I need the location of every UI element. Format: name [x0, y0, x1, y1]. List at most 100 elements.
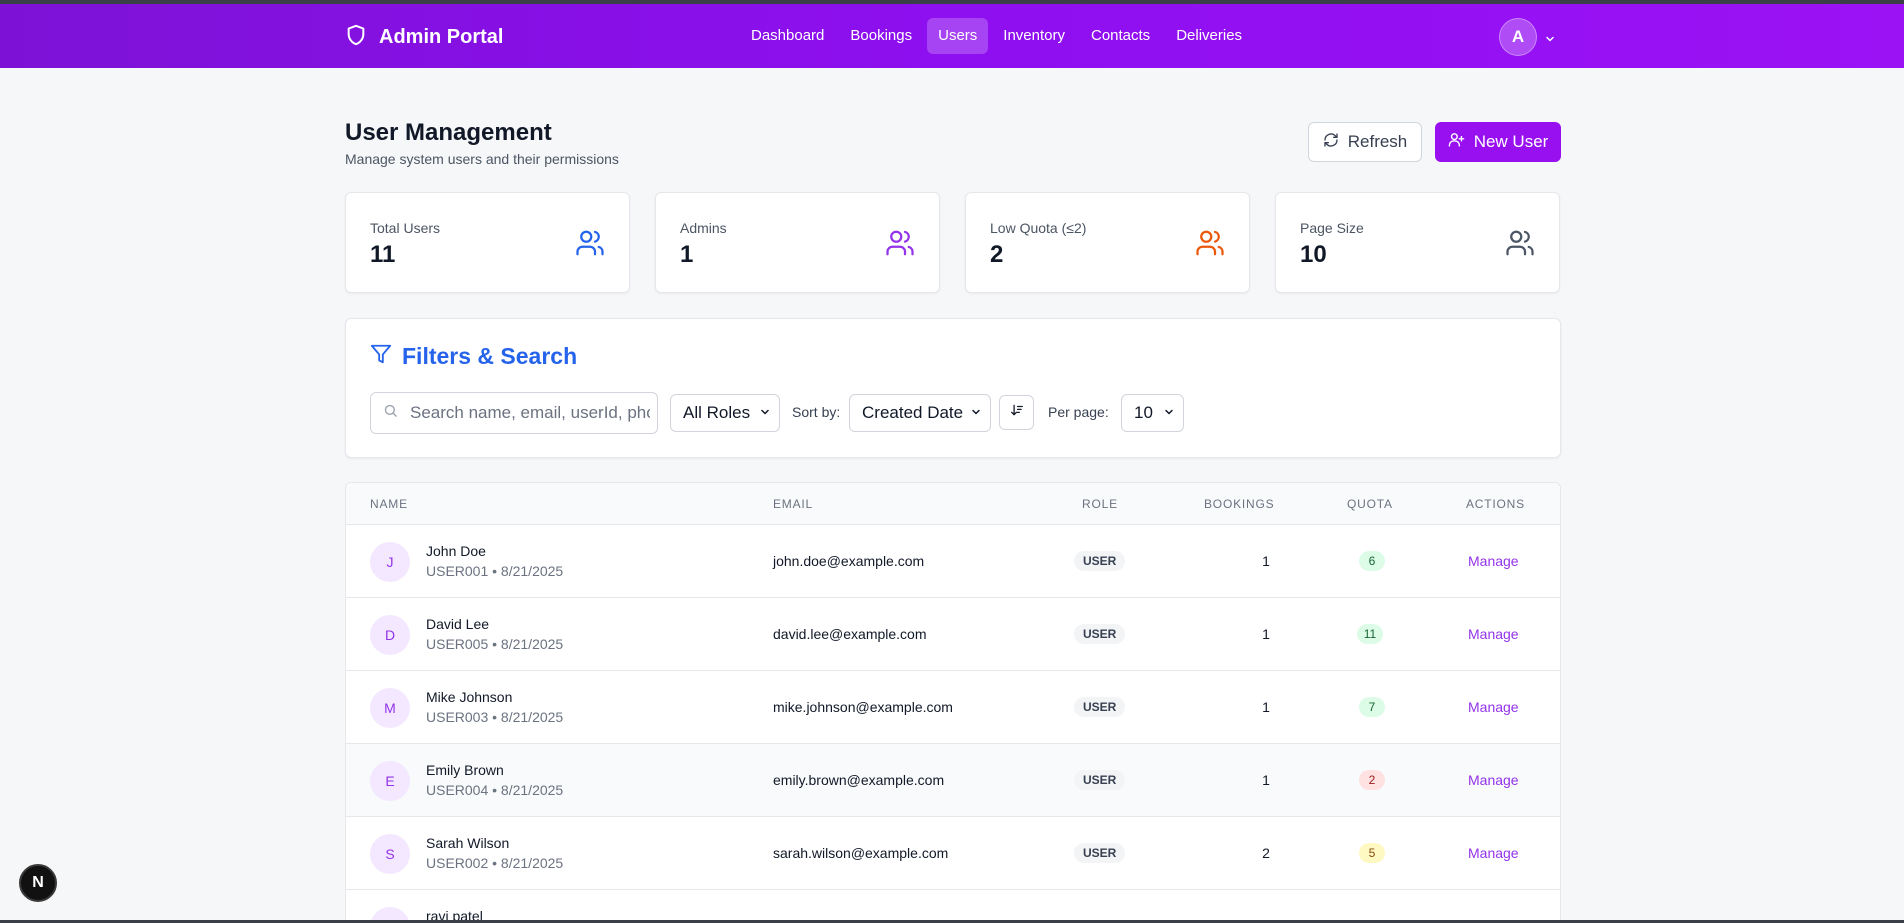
manage-link[interactable]: Manage [1468, 772, 1519, 788]
users-icon [1195, 228, 1225, 263]
manage-link[interactable]: Manage [1468, 553, 1519, 569]
filters-header: Filters & Search [370, 343, 577, 370]
avatar: S [370, 834, 410, 874]
stat-label: Page Size [1300, 220, 1364, 236]
manage-link[interactable]: Manage [1468, 626, 1519, 642]
role-filter-select[interactable]: All Roles [670, 394, 780, 432]
table-row[interactable]: E Emily Brown USER004 • 8/21/2025 emily.bro… [346, 744, 1560, 817]
nav-users[interactable]: Users [927, 18, 989, 54]
bookings-count: 1 [1262, 553, 1270, 569]
stat-card-total-users: Total Users 11 [345, 192, 630, 293]
user-avatar-button[interactable]: A [1499, 18, 1537, 56]
shield-icon [345, 23, 367, 52]
users-icon [575, 228, 605, 263]
main-nav: Dashboard Bookings Users Inventory Conta… [740, 18, 1253, 54]
table-row[interactable]: S Sarah Wilson USER002 • 8/21/2025 sarah.wi… [346, 817, 1560, 890]
role-badge: USER [1074, 843, 1126, 863]
stat-value: 10 [1300, 241, 1327, 268]
page-title: User Management [345, 119, 552, 146]
column-header-bookings: BOOKINGS [1204, 497, 1275, 511]
top-navbar: Admin Portal Dashboard Bookings Users In… [0, 4, 1904, 68]
users-icon [885, 228, 915, 263]
user-meta: USER002 • 8/21/2025 [426, 855, 564, 871]
avatar: J [370, 542, 410, 582]
stat-label: Low Quota (≤2) [990, 220, 1087, 236]
user-meta: USER001 • 8/21/2025 [426, 563, 564, 579]
stat-card-page-size: Page Size 10 [1275, 192, 1560, 293]
user-email: mike.johnson@example.com [773, 699, 953, 715]
bookings-count: 1 [1262, 772, 1270, 788]
nav-dashboard[interactable]: Dashboard [740, 18, 835, 54]
new-user-label: New User [1473, 132, 1549, 151]
chevron-down-icon [1163, 403, 1175, 423]
avatar: M [370, 688, 410, 728]
stat-value: 2 [990, 241, 1004, 268]
stat-value: 1 [680, 241, 694, 268]
table-row[interactable]: M Mike Johnson USER003 • 8/21/2025 mike.joh… [346, 671, 1560, 744]
per-page-label: Per page: [1048, 404, 1109, 420]
search-field[interactable] [370, 392, 658, 434]
sort-descending-icon [1010, 403, 1024, 422]
column-header-email: EMAIL [773, 497, 814, 511]
app-title: Admin Portal [379, 26, 504, 48]
stat-value: 11 [370, 241, 396, 268]
new-user-button[interactable]: New User [1435, 122, 1561, 162]
user-email: john.doe@example.com [773, 553, 925, 569]
filter-icon [370, 343, 392, 370]
brand[interactable]: Admin Portal [345, 23, 503, 52]
refresh-icon [1323, 132, 1339, 153]
nav-contacts[interactable]: Contacts [1080, 18, 1161, 54]
role-badge: USER [1074, 551, 1126, 571]
bookings-count: 2 [1262, 845, 1270, 861]
sort-select[interactable]: Created Date [849, 394, 991, 432]
table-row[interactable]: D David Lee USER005 • 8/21/2025 david.lee@e… [346, 598, 1560, 671]
stat-label: Total Users [370, 220, 441, 236]
per-page-select[interactable]: 10 [1121, 394, 1184, 432]
nav-deliveries[interactable]: Deliveries [1165, 18, 1253, 54]
user-name: David Lee [426, 616, 490, 632]
bookings-count: 1 [1262, 626, 1270, 642]
refresh-button[interactable]: Refresh [1308, 122, 1422, 162]
user-plus-icon [1448, 131, 1465, 153]
role-filter-value: All Roles [683, 403, 751, 422]
refresh-label: Refresh [1347, 132, 1408, 151]
search-input[interactable] [410, 403, 650, 423]
quota-badge: 7 [1359, 697, 1385, 717]
filters-panel: Filters & Search All Roles Sort by: Crea… [345, 318, 1561, 458]
nav-inventory[interactable]: Inventory [992, 18, 1076, 54]
table-row[interactable]: Rravi patel [346, 890, 1560, 923]
user-email: david.lee@example.com [773, 626, 927, 642]
stat-label: Admins [680, 220, 727, 236]
manage-link[interactable]: Manage [1468, 845, 1519, 861]
sort-direction-button[interactable] [999, 395, 1034, 430]
stat-card-low-quota: Low Quota (≤2) 2 [965, 192, 1250, 293]
user-name: Sarah Wilson [426, 835, 510, 851]
role-badge: USER [1074, 697, 1126, 717]
sort-by-label: Sort by: [792, 404, 841, 420]
column-header-actions: ACTIONS [1466, 497, 1525, 511]
chevron-down-icon[interactable] [1544, 32, 1556, 50]
role-badge: USER [1074, 624, 1126, 644]
user-name: Mike Johnson [426, 689, 513, 705]
quota-badge: 2 [1359, 770, 1385, 790]
page-subtitle: Manage system users and their permission… [345, 151, 619, 167]
per-page-value: 10 [1134, 403, 1153, 422]
quota-badge: 6 [1359, 551, 1385, 571]
avatar: D [370, 615, 410, 655]
column-header-quota: QUOTA [1347, 497, 1393, 511]
nav-bookings[interactable]: Bookings [839, 18, 923, 54]
avatar: E [370, 761, 410, 801]
user-email: emily.brown@example.com [773, 772, 945, 788]
table-row[interactable]: J John Doe USER001 • 8/21/2025 john.doe@exa… [346, 525, 1560, 598]
bookings-count: 1 [1262, 699, 1270, 715]
manage-link[interactable]: Manage [1468, 699, 1519, 715]
sort-value: Created Date [862, 403, 964, 422]
user-name: John Doe [426, 543, 486, 559]
role-badge: USER [1074, 770, 1126, 790]
quota-badge: 5 [1359, 843, 1385, 863]
chevron-down-icon [970, 403, 982, 423]
users-icon [1505, 228, 1535, 263]
dev-tools-badge[interactable]: N [19, 864, 57, 902]
table-header: NAME EMAIL ROLE BOOKINGS QUOTA ACTIONS [346, 483, 1560, 525]
user-name: Emily Brown [426, 762, 504, 778]
